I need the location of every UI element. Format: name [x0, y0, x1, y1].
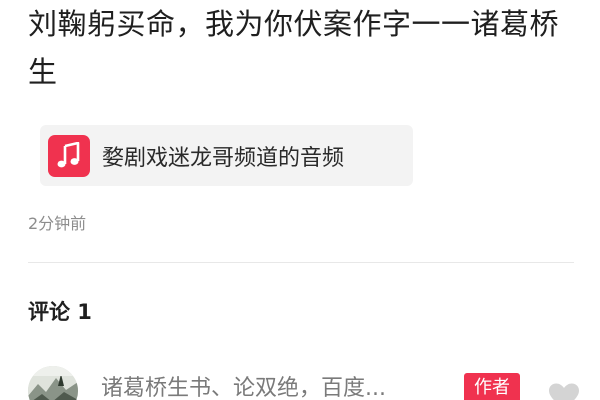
section-divider [28, 262, 574, 263]
comments-heading: 评论 1 [28, 300, 92, 324]
article-page: 刘鞠躬买命，我为你伏案作字一一诸葛桥生 婺剧戏迷龙哥频道的音频 2分钟前 评论 … [0, 0, 600, 400]
comment-text: 诸葛桥生书、论双绝，百度... [101, 376, 386, 400]
article-title: 刘鞠躬买命，我为你伏案作字一一诸葛桥生 [28, 7, 560, 89]
commenter-avatar[interactable] [28, 366, 78, 400]
audio-title: 婺剧戏迷龙哥频道的音频 [102, 145, 345, 171]
heart-icon[interactable] [548, 382, 580, 400]
comment-item[interactable]: 诸葛桥生书、论双绝，百度... 作者 [28, 366, 588, 400]
author-badge: 作者 [464, 373, 520, 400]
music-note-icon [48, 134, 90, 177]
audio-card[interactable]: 婺剧戏迷龙哥频道的音频 [40, 125, 413, 186]
post-timestamp: 2分钟前 [28, 214, 87, 233]
